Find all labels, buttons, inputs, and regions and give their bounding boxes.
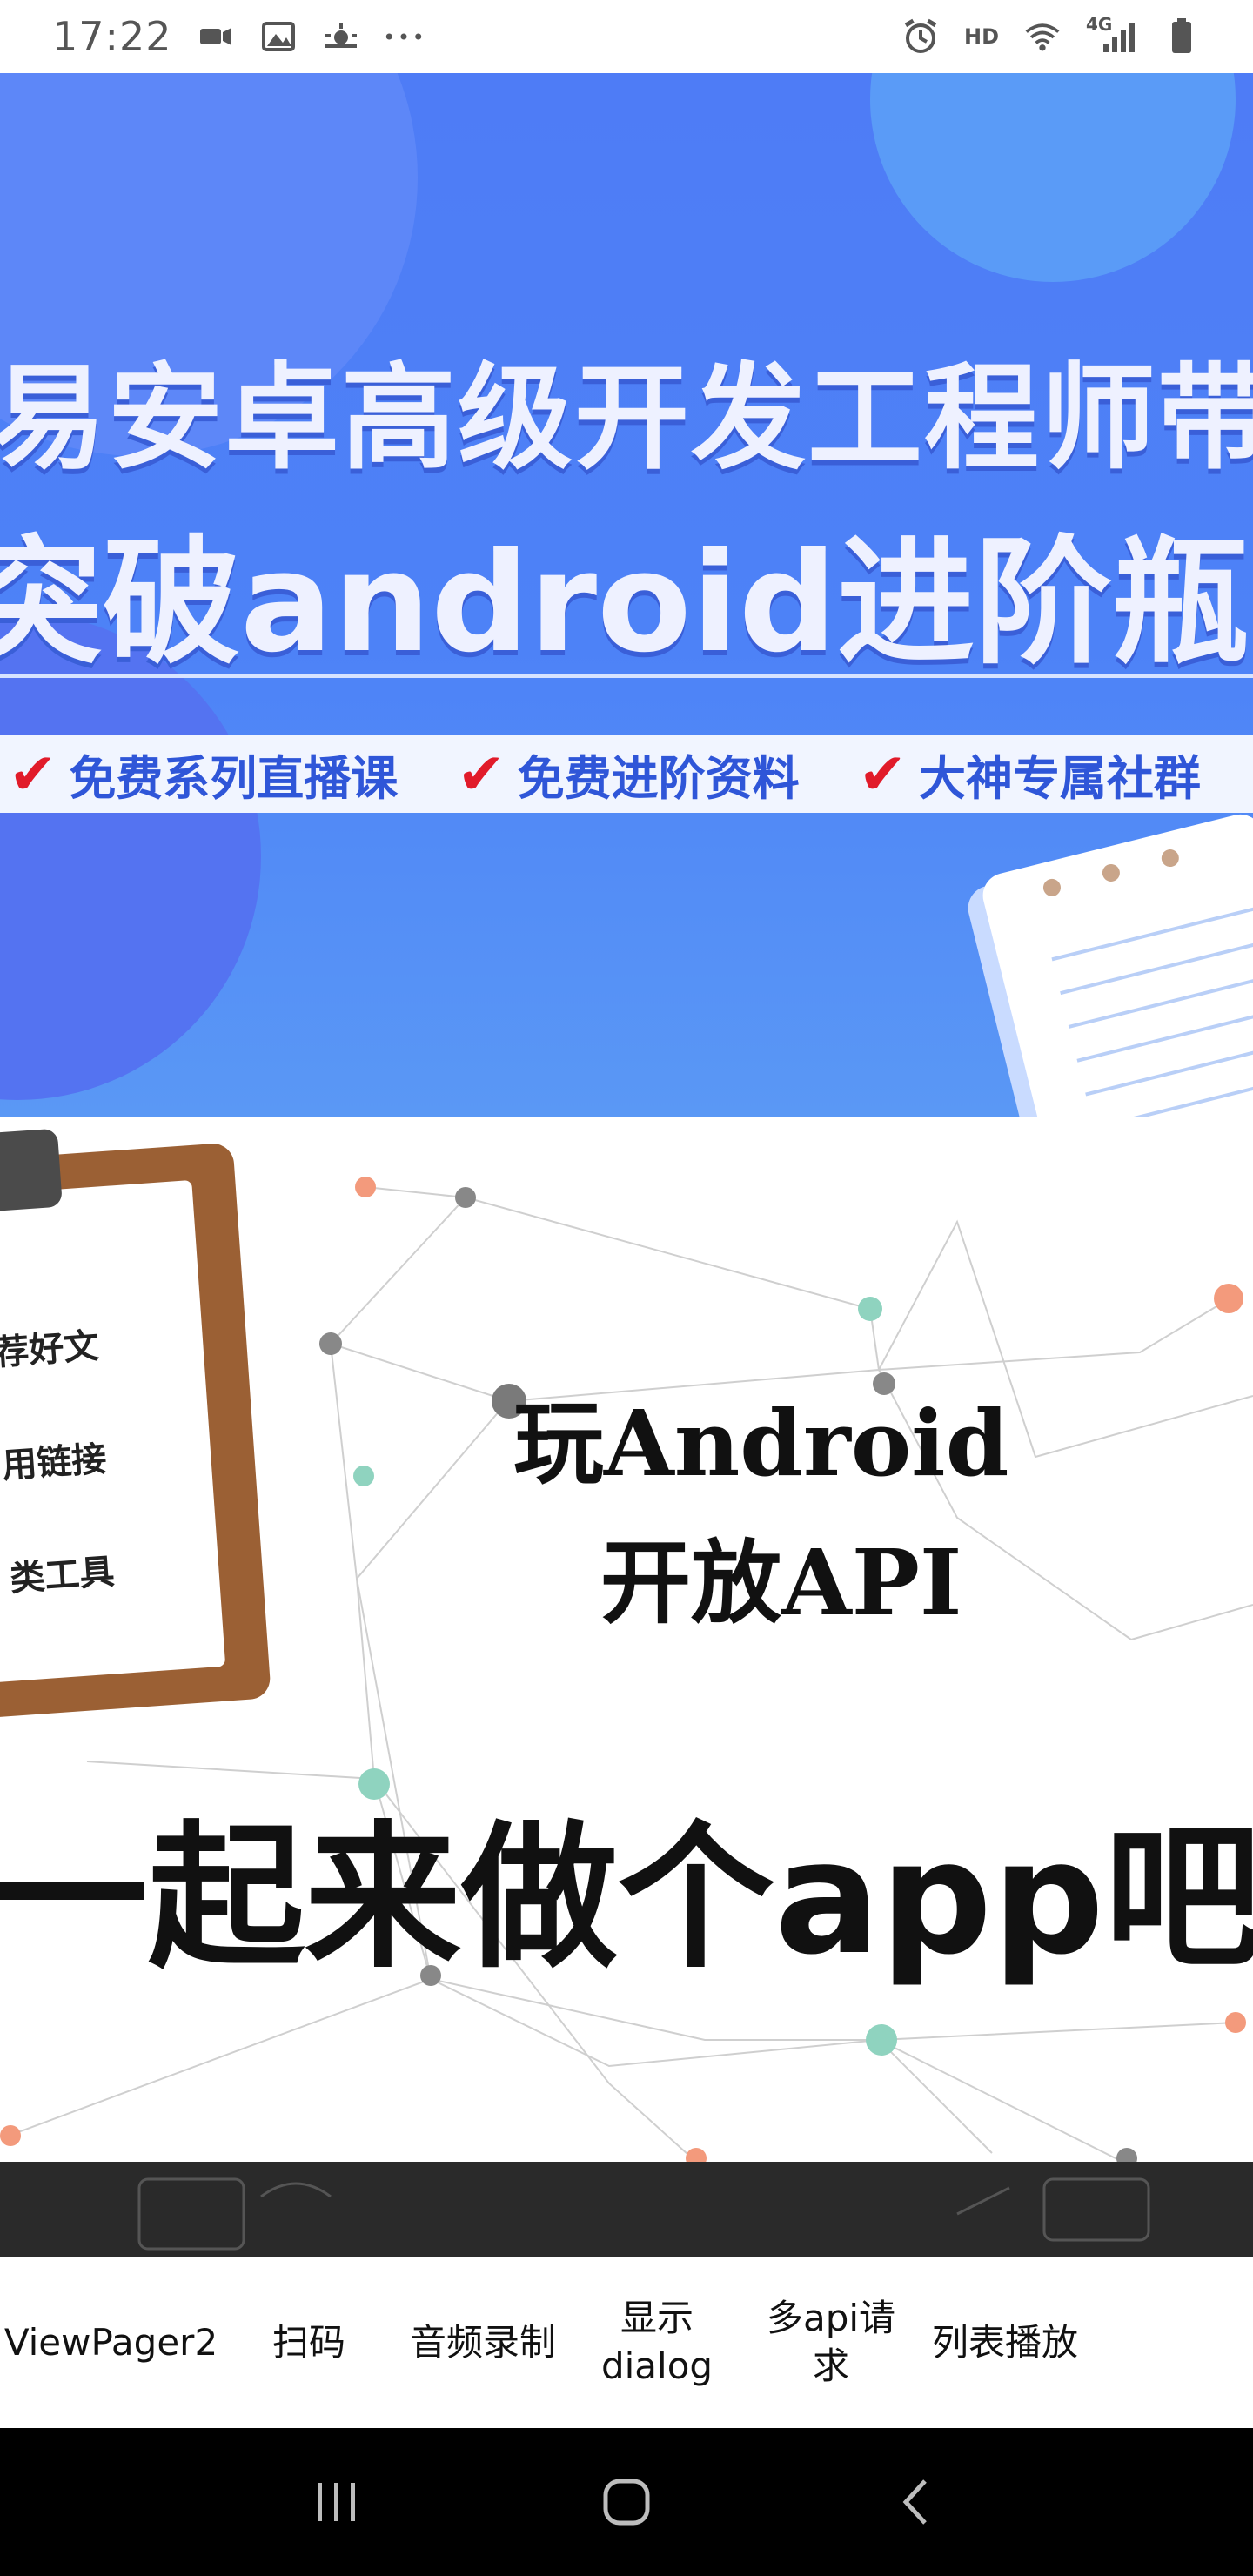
banner-tags: ✔ 免费系列直播课 ✔ 免费进阶资料 ✔ 大神专属社群	[0, 735, 1253, 813]
check-icon: ✔	[457, 740, 506, 808]
clipboard-item: 荐好文	[0, 1325, 100, 1374]
banner-divider	[0, 674, 1253, 678]
clipboard-illustration: 荐好文 用链接 类工具	[0, 1128, 271, 1720]
signal-icon: 4G	[1086, 14, 1138, 56]
weather-icon	[322, 17, 360, 56]
network-type: 4G	[1086, 14, 1113, 35]
banner-tag: ✔ 免费系列直播课	[0, 740, 398, 808]
back-icon[interactable]	[877, 2463, 955, 2541]
banner-title-line1: 玩Android	[513, 1390, 1009, 1497]
hd-indicator: HD	[963, 24, 999, 49]
banner-chalkboard[interactable]	[0, 2162, 1253, 2257]
clipboard-item: 类工具	[9, 1552, 116, 1600]
more-dots-icon	[385, 17, 423, 56]
status-right: HD 4G	[901, 14, 1201, 56]
banner-tag-text: 免费系列直播课	[69, 750, 399, 806]
check-icon: ✔	[9, 740, 57, 808]
notebook-illustration	[978, 809, 1253, 1117]
video-icon	[197, 17, 235, 56]
tab-viewpager2[interactable]: ViewPager2	[0, 2319, 222, 2367]
home-icon[interactable]	[587, 2463, 666, 2541]
check-icon: ✔	[858, 740, 907, 808]
feature-tab-bar: ViewPager2 扫码 音频录制 显示 dialog 多api请 求 列表播…	[0, 2257, 1253, 2428]
battery-icon	[1163, 17, 1201, 56]
clipboard-paper: 荐好文 用链接 类工具	[0, 1179, 226, 1684]
tab-scan[interactable]: 扫码	[222, 2319, 396, 2367]
banner-tag: ✔ 大神专属社群	[833, 740, 1201, 808]
banner-headline-2: 突破android进阶瓶	[0, 523, 1250, 683]
banner-tag-text: 大神专属社群	[918, 750, 1201, 806]
banner-advanced-android[interactable]: 易安卓高级开发工程师带 突破android进阶瓶 ✔ 免费系列直播课 ✔ 免费进…	[0, 73, 1253, 1117]
banner-headline-1: 易安卓高级开发工程师带	[0, 352, 1253, 486]
status-bar: 17:22 HD 4G	[0, 0, 1253, 73]
tab-list-play[interactable]: 列表播放	[918, 2319, 1092, 2367]
image-icon	[259, 17, 298, 56]
banner-tag: ✔ 免费进阶资料	[431, 740, 799, 808]
chalkboard-doodles	[137, 2177, 1150, 2251]
clipboard-item: 用链接	[0, 1439, 108, 1486]
status-time: 17:22	[52, 13, 172, 60]
banner-decor-circle	[870, 73, 1236, 282]
wifi-icon	[1023, 17, 1062, 56]
banner-wanandroid-api[interactable]: 荐好文 用链接 类工具 玩Android 开放API 一起来做个app吧	[0, 1117, 1253, 2162]
system-nav-bar	[0, 2428, 1253, 2576]
alarm-icon	[901, 17, 940, 56]
tab-audio-record[interactable]: 音频录制	[396, 2319, 570, 2367]
banner-title-line2: 开放API	[600, 1529, 962, 1636]
status-left: 17:22	[52, 13, 423, 60]
tab-multi-api[interactable]: 多api请 求	[744, 2295, 918, 2390]
tab-show-dialog[interactable]: 显示 dialog	[570, 2295, 744, 2390]
banner-slogan: 一起来做个app吧	[0, 1808, 1253, 1989]
clipboard-clip	[0, 1128, 63, 1216]
recent-apps-icon[interactable]	[298, 2463, 376, 2541]
banner-tag-text: 免费进阶资料	[517, 750, 800, 806]
